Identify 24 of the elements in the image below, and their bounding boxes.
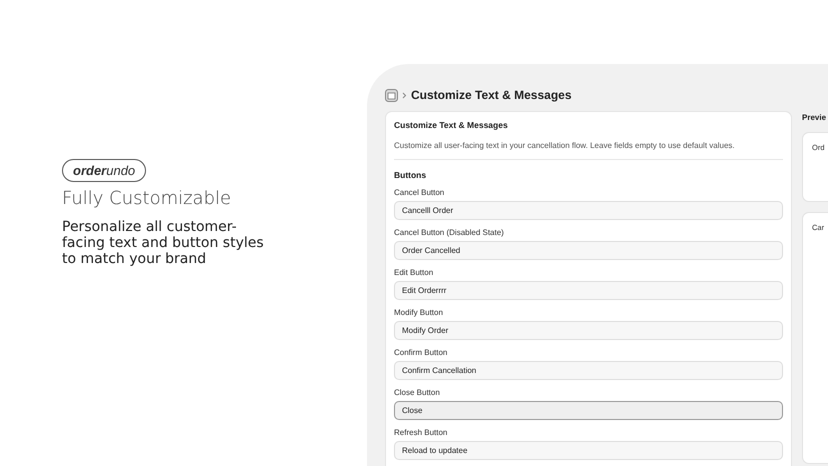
chevron-icon: [402, 92, 407, 98]
field-label: Cancel Button: [394, 188, 446, 198]
field-label: Refresh Button: [394, 428, 448, 438]
hero-subtitle: Personalize all customer-facing text and button styles to match your brand: [62, 219, 265, 267]
brand-logo: orderundo: [62, 159, 146, 182]
app-icon[interactable]: [385, 88, 398, 102]
text-field[interactable]: Order Cancelled: [394, 241, 783, 260]
field-label: Confirm Button: [394, 348, 448, 358]
hero-title: Fully Customizable: [62, 188, 232, 209]
section-heading: Buttons: [394, 170, 428, 180]
card-title: Customize Text & Messages: [394, 120, 509, 130]
field-label: Modify Button: [394, 308, 444, 318]
text-field[interactable]: Reload to updatee: [394, 441, 783, 460]
page-title: Customize Text & Messages: [411, 88, 572, 102]
text-field[interactable]: Confirm Cancellation: [394, 361, 783, 380]
field-label: Cancel Button (Disabled State): [394, 228, 505, 238]
card-description: Customize all user-facing text in your cancellation flow. Leave fields empty to use default values.: [394, 141, 783, 160]
text-field[interactable]: Modify Order: [394, 321, 783, 340]
text-field[interactable]: Close: [394, 401, 783, 420]
text-field[interactable]: Cancelll Order: [394, 201, 783, 220]
field-label: Close Button: [394, 388, 441, 398]
preview-heading: Previe: [802, 113, 828, 122]
text-field[interactable]: Edit Orderrrr: [394, 281, 783, 300]
field-label: Edit Button: [394, 268, 434, 278]
